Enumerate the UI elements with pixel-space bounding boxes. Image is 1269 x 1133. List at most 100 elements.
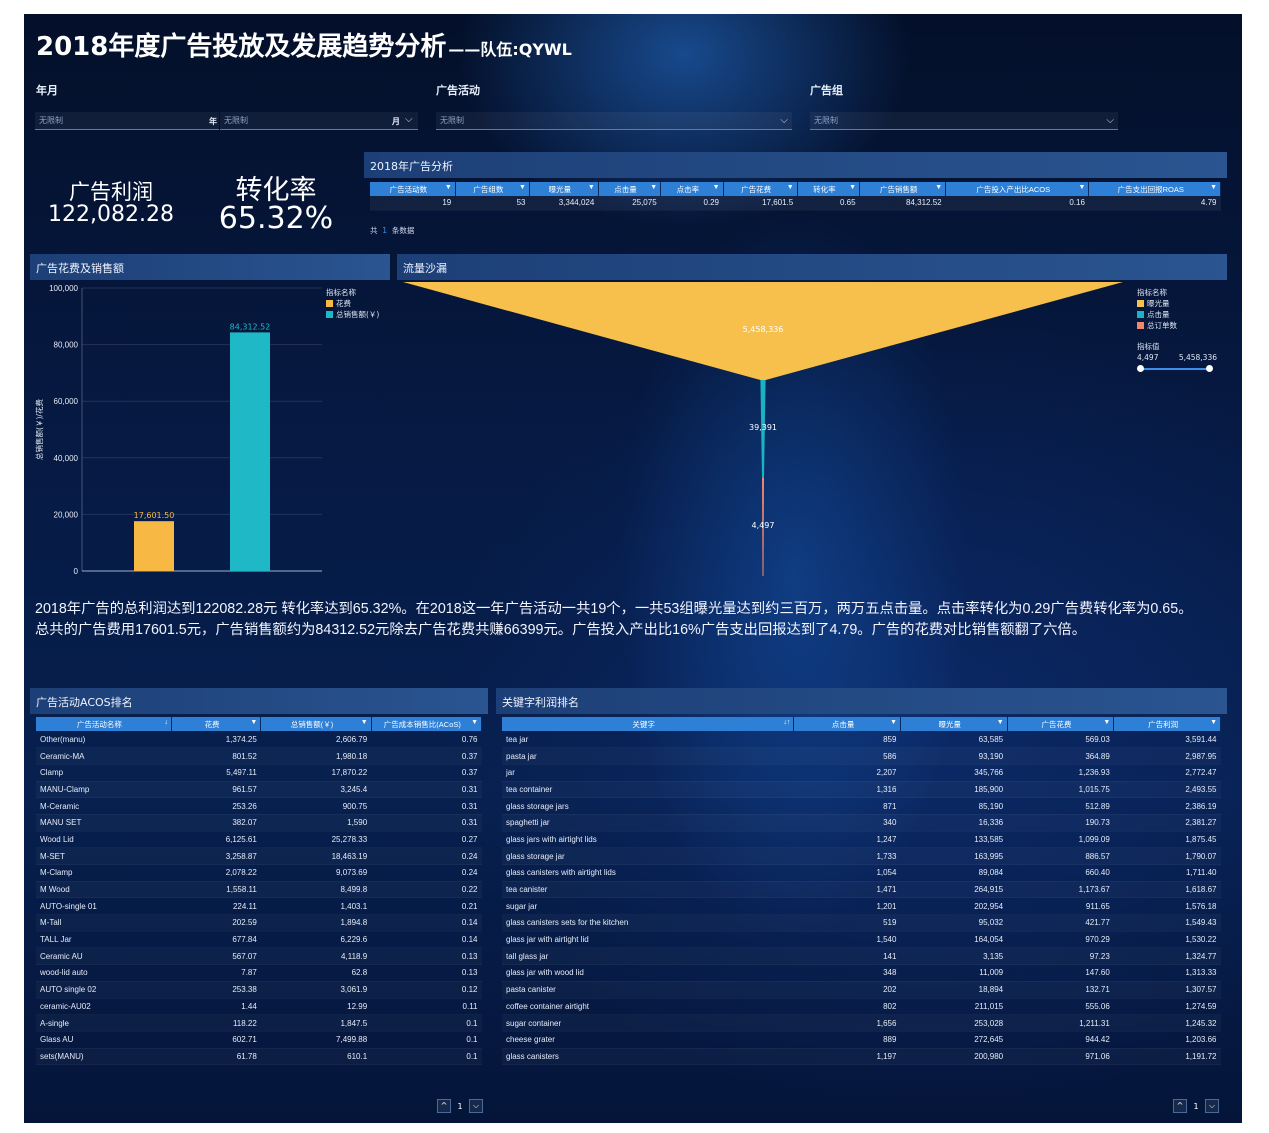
table-row[interactable]: AUTO-single 01 224.11 1,403.1 0.21 <box>36 897 482 916</box>
table-header[interactable]: 广告成本销售比(ACoS) ▼ <box>371 717 483 731</box>
table-row[interactable]: A-single 118.22 1,847.5 0.1 <box>36 1014 482 1032</box>
table-row[interactable]: tall glass jar 141 3,135 97.23 1,324.77 <box>502 947 1221 966</box>
range-slider[interactable] <box>1137 365 1213 373</box>
table-row[interactable]: M-Tall 202.59 1,894.8 0.14 <box>36 914 482 932</box>
analysis-header[interactable]: 广告活动数 ▼ <box>370 182 456 196</box>
table-row[interactable]: Ceramic-MA 801.52 1,980.18 0.37 <box>36 747 482 765</box>
analysis-header[interactable]: 广告支出回报ROAS ▼ <box>1088 182 1221 196</box>
legend-item[interactable]: 总订单数 <box>1137 320 1217 331</box>
sort-dropdown-icon[interactable]: ▼ <box>250 719 257 726</box>
y-tick-label: 80,000 <box>54 341 79 350</box>
table-row[interactable]: sugar container 1,656 253,028 1,211.31 1,245… <box>502 1014 1221 1032</box>
row-value: 1,576.18 <box>1113 897 1221 916</box>
sort-dropdown-icon[interactable]: ▼ <box>361 719 368 726</box>
table-row[interactable]: ceramic-AU02 1.44 12.99 0.11 <box>36 998 482 1016</box>
legend-item[interactable]: 花费 <box>326 298 379 309</box>
table-header[interactable]: 广告利润 ▼ <box>1113 717 1221 731</box>
table-row[interactable]: tea container 1,316 185,900 1,015.75 2,493.5… <box>502 781 1221 799</box>
sort-dropdown-icon[interactable]: ▼ <box>445 184 452 191</box>
sort-icon[interactable]: ↓ <box>164 719 168 726</box>
prev-page-icon[interactable]: ^ <box>437 1099 451 1113</box>
bar[interactable] <box>134 521 174 571</box>
table-row[interactable]: MANU-Clamp 961.57 3,245.4 0.31 <box>36 781 482 799</box>
sort-dropdown-icon[interactable]: ▼ <box>890 719 897 726</box>
sort-dropdown-icon[interactable]: ▼ <box>519 184 526 191</box>
legend-item[interactable]: 总销售额(￥) <box>326 309 379 320</box>
table-row[interactable]: glass storage jars 871 85,190 512.89 2,386.1… <box>502 797 1221 815</box>
analysis-header[interactable]: 曝光量 ▼ <box>529 182 599 196</box>
year-placeholder: 无限制 <box>39 116 63 125</box>
analysis-header[interactable]: 转化率 ▼ <box>797 182 861 196</box>
sort-dropdown-icon[interactable]: ▼ <box>588 184 595 191</box>
table-row[interactable]: tea canister 1,471 264,915 1,173.67 1,618.67 <box>502 881 1221 899</box>
table-row[interactable]: M Wood 1,558.11 8,499.8 0.22 <box>36 881 482 899</box>
table-header[interactable]: 花费 ▼ <box>171 717 262 731</box>
table-row[interactable]: M-Clamp 2,078.22 9,073.69 0.24 <box>36 864 482 882</box>
table-row[interactable]: pasta canister 202 18,894 132.71 1,307.57 <box>502 981 1221 999</box>
table-row[interactable]: Ceramic AU 567.07 4,118.9 0.13 <box>36 947 482 966</box>
analysis-header[interactable]: 广告组数 ▼ <box>455 182 530 196</box>
sort-dropdown-icon[interactable]: ▼ <box>713 184 720 191</box>
table-row[interactable]: MANU SET 382.07 1,590 0.31 <box>36 814 482 832</box>
sort-dropdown-icon[interactable]: ▼ <box>650 184 657 191</box>
prev-page-icon[interactable]: ^ <box>1173 1099 1187 1113</box>
sort-dropdown-icon[interactable]: ▼ <box>1079 184 1086 191</box>
sort-dropdown-icon[interactable]: ▼ <box>997 719 1004 726</box>
table-row[interactable]: TALL Jar 677.84 6,229.6 0.14 <box>36 931 482 949</box>
legend-item[interactable]: 点击量 <box>1137 309 1217 320</box>
table-row[interactable]: spaghetti jar 340 16,336 190.73 2,381.27 <box>502 814 1221 832</box>
table-row[interactable]: Glass AU 602.71 7,499.88 0.1 <box>36 1031 482 1049</box>
sort-dropdown-icon[interactable]: ▼ <box>471 719 478 726</box>
table-row[interactable]: glass canisters with airtight lids 1,054 8… <box>502 864 1221 882</box>
table-row[interactable]: glass canisters 1,197 200,980 971.06 1,191.7… <box>502 1048 1221 1066</box>
table-header[interactable]: 关键字 ↓↑ <box>502 717 795 731</box>
table-row[interactable]: tea jar 859 63,585 569.03 3,591.44 <box>502 731 1221 749</box>
table-row[interactable]: glass storage jar 1,733 163,995 886.57 1,790… <box>502 847 1221 865</box>
analysis-header[interactable]: 广告花费 ▼ <box>723 182 798 196</box>
sort-dropdown-icon[interactable]: ▼ <box>849 184 856 191</box>
range-handle-max[interactable] <box>1206 365 1213 372</box>
table-row[interactable]: cheese grater 889 272,645 944.42 1,203.66 <box>502 1031 1221 1049</box>
table-row[interactable]: Clamp 5,497.11 17,870.22 0.37 <box>36 764 482 782</box>
page-dropdown-icon[interactable]: ⌵ <box>469 1099 483 1113</box>
sort-dropdown-icon[interactable]: ▼ <box>787 184 794 191</box>
table-row[interactable]: glass jars with airtight lids 1,247 133,58… <box>502 831 1221 849</box>
table-row[interactable]: Wood Lid 6,125.61 25,278.33 0.27 <box>36 831 482 849</box>
sort-dropdown-icon[interactable]: ▼ <box>1103 719 1110 726</box>
table-row[interactable]: Other(manu) 1,374.25 2,606.79 0.76 <box>36 731 482 749</box>
table-row[interactable]: AUTO single 02 253.38 3,061.9 0.12 <box>36 981 482 999</box>
month-select[interactable]: 无限制 <box>220 112 418 130</box>
month-chevron-down-icon[interactable]: ⌵ <box>405 114 413 125</box>
table-header[interactable]: 广告活动名称 ↓ <box>36 717 172 731</box>
table-row[interactable]: M-Ceramic 253.26 900.75 0.31 <box>36 797 482 815</box>
table-row[interactable]: glass jar with wood lid 348 11,009 147.60 1,… <box>502 964 1221 982</box>
table-row[interactable]: glass jar with airtight lid 1,540 164,054 9… <box>502 931 1221 949</box>
page-dropdown-icon[interactable]: ⌵ <box>1205 1099 1219 1113</box>
sort-dropdown-icon[interactable]: ▼ <box>935 184 942 191</box>
table-row[interactable]: M-SET 3,258.87 18,463.19 0.24 <box>36 847 482 865</box>
table-row[interactable]: jar 2,207 345,766 1,236.93 2,772.47 <box>502 764 1221 782</box>
legend-item[interactable]: 曝光量 <box>1137 298 1217 309</box>
table-row[interactable]: pasta jar 586 93,190 364.89 2,987.95 <box>502 747 1221 765</box>
range-handle-min[interactable] <box>1137 365 1144 372</box>
sort-icon[interactable]: ↓↑ <box>783 719 790 726</box>
table-header[interactable]: 曝光量 ▼ <box>900 717 1008 731</box>
analysis-header[interactable]: 点击量 ▼ <box>598 182 662 196</box>
table-row[interactable]: sugar jar 1,201 202,954 911.65 1,576.18 <box>502 897 1221 916</box>
table-row[interactable]: sets(MANU) 61.78 610.1 0.1 <box>36 1048 482 1066</box>
campaign-select[interactable]: 无限制 ⌵ <box>436 112 792 130</box>
analysis-header[interactable]: 点击率 ▼ <box>660 182 724 196</box>
table-row[interactable]: coffee container airtight 802 211,015 555.0… <box>502 998 1221 1016</box>
analysis-header[interactable]: 广告投入产出比ACOS ▼ <box>945 182 1090 196</box>
sort-dropdown-icon[interactable]: ▼ <box>1210 184 1217 191</box>
table-row[interactable]: glass canisters sets for the kitchen 519 9… <box>502 914 1221 932</box>
sort-dropdown-icon[interactable]: ▼ <box>1210 719 1217 726</box>
analysis-header[interactable]: 广告销售额 ▼ <box>859 182 947 196</box>
table-row[interactable]: wood-lid auto 7.87 62.8 0.13 <box>36 964 482 982</box>
table-header[interactable]: 总销售额(￥) ▼ <box>260 717 372 731</box>
table-header[interactable]: 广告花费 ▼ <box>1007 717 1115 731</box>
year-select[interactable]: 无限制 <box>35 112 219 130</box>
adgroup-select[interactable]: 无限制 ⌵ <box>810 112 1118 130</box>
bar[interactable] <box>230 332 270 571</box>
table-header[interactable]: 点击量 ▼ <box>793 717 901 731</box>
